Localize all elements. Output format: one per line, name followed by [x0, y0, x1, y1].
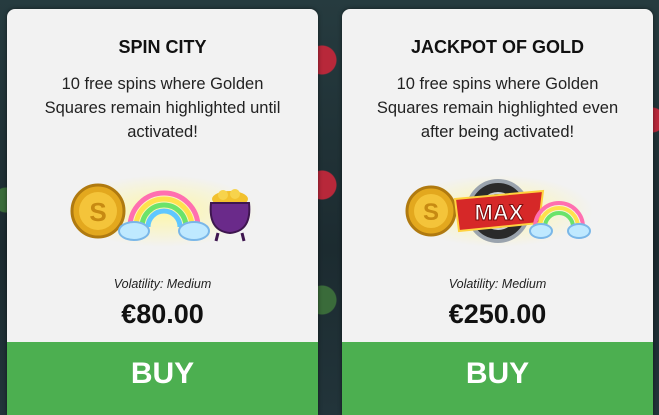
buy-button[interactable]: BUY: [7, 342, 318, 415]
feature-card-jackpot-of-gold: JACKPOT OF GOLD 10 free spins where Gold…: [342, 9, 653, 415]
feature-illustration: S MAX: [342, 169, 653, 249]
volatility-label: Volatility: Medium: [113, 277, 212, 291]
max-badge-text: MAX: [474, 200, 523, 225]
price-label: €80.00: [121, 299, 204, 329]
gold-coin-icon: S: [405, 185, 456, 237]
gold-coin-icon: S: [70, 183, 125, 239]
buy-button[interactable]: BUY: [342, 342, 653, 415]
svg-text:S: S: [422, 199, 438, 226]
card-description: 10 free spins where Golden Squares remai…: [44, 75, 281, 141]
card-description: 10 free spins where Golden Squares remai…: [376, 75, 619, 141]
feature-card-spin-city: SPIN CITY 10 free spins where Golden Squ…: [7, 9, 318, 415]
card-title: JACKPOT OF GOLD: [410, 37, 584, 57]
pot-of-gold-icon: [209, 189, 250, 242]
volatility-label: Volatility: Medium: [448, 277, 547, 291]
price-label: €250.00: [448, 299, 547, 329]
feature-illustration: S: [7, 169, 318, 249]
svg-text:S: S: [89, 197, 106, 227]
card-title: SPIN CITY: [118, 37, 207, 57]
